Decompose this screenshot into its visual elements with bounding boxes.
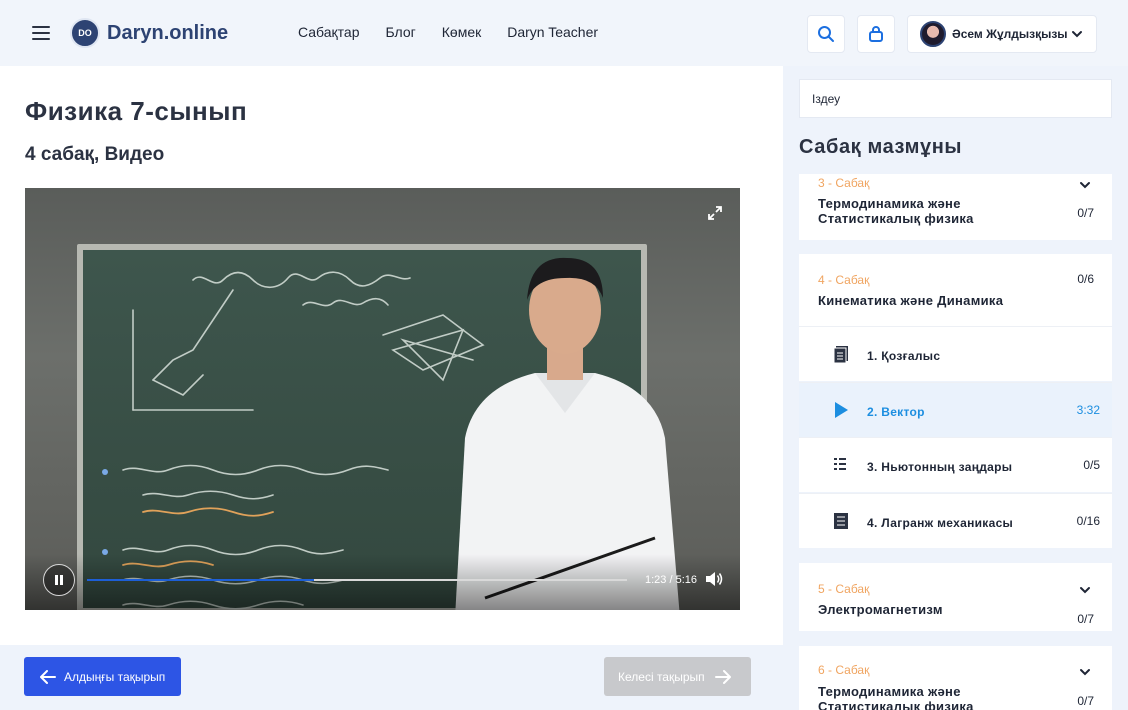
fullscreen-icon[interactable] [708,206,722,220]
chevron-down-icon[interactable] [1078,665,1092,679]
lesson-card-5[interactable]: 5 - Сабақ Электромагнетизм 0/7 [799,563,1112,631]
course-contents-sidebar: Сабақ мазмұны 3 - Сабақ Термодинамика жә… [783,66,1128,710]
logo-text[interactable]: Daryn.online [107,22,228,45]
topic-item-newton-laws[interactable]: 3. Ньютонның заңдары 0/5 [799,437,1112,492]
topic-label: 4. Лагранж механикасы [867,516,1014,530]
lesson-progress: 0/7 [1077,612,1094,626]
lesson-nav-bar: Алдыңғы тақырып Келесі тақырып [0,645,783,710]
avatar [920,21,946,47]
topic-duration: 3:32 [1076,403,1100,417]
lesson-card-6[interactable]: 6 - Сабақ Термодинамика және Статистикал… [799,646,1112,710]
video-time: 1:23 / 5:16 [645,574,697,586]
logo-mark[interactable]: DO [70,18,100,48]
lesson-name: Термодинамика және [818,196,961,211]
topic-progress: 0/5 [1083,458,1100,472]
pause-icon [55,575,63,585]
video-player[interactable]: 1:23 / 5:16 [25,188,740,610]
topic-label: 1. Қозғалыс [867,349,941,363]
page-subtitle: 4 сабақ, Видео [25,144,165,165]
next-topic-button[interactable]: Келесі тақырып [604,657,751,696]
cart-button[interactable] [857,15,895,53]
chevron-down-icon[interactable] [1078,583,1092,597]
main-nav: Сабақтар Блог Көмек Daryn Teacher [298,24,598,40]
lesson-number: 6 - Сабақ [818,663,870,677]
arrow-right-icon [714,669,731,684]
topic-item-vector[interactable]: 2. Вектор 3:32 [799,382,1112,437]
pause-button[interactable] [43,564,75,596]
lesson-progress: 0/7 [1077,694,1094,708]
search-button[interactable] [807,15,845,53]
lesson-name-line2: Статистикалық физика [818,211,974,226]
topic-item-lagrange[interactable]: 4. Лагранж механикасы 0/16 [799,493,1112,548]
chevron-down-icon[interactable] [1078,178,1092,192]
play-icon [835,402,848,418]
document-icon [833,346,848,363]
topic-label: 3. Ньютонның заңдары [867,460,1013,474]
lesson-number: 4 - Сабақ [818,273,870,287]
lesson-progress: 0/6 [1077,272,1094,286]
user-menu-button[interactable]: Әсем Жұлдызқызы [907,15,1097,53]
sidebar-search-input[interactable] [799,79,1112,118]
volume-icon[interactable] [705,571,723,587]
top-bar: DO Daryn.online Сабақтар Блог Көмек Dary… [0,0,1128,66]
test-icon [834,513,848,529]
lesson-name: Кинематика және Динамика [818,293,1004,308]
shopping-bag-icon [869,26,883,42]
lesson-card-3[interactable]: 3 - Сабақ Термодинамика және Статистикал… [799,174,1112,240]
page-title: Физика 7-сынып [25,96,248,126]
search-icon [818,26,834,42]
lesson-card-4[interactable]: 4 - Сабақ Кинематика және Динамика 0/6 [799,254,1112,326]
nav-help[interactable]: Көмек [442,24,481,40]
next-topic-label: Келесі тақырып [618,669,705,684]
topic-item-motion[interactable]: 1. Қозғалыс [799,326,1112,381]
user-name: Әсем Жұлдызқызы [952,27,1068,41]
menu-icon[interactable] [32,26,50,42]
lesson-name: Электромагнетизм [818,602,943,617]
video-progress-fill [87,579,314,581]
nav-blog[interactable]: Блог [386,24,416,40]
lesson-number: 5 - Сабақ [818,582,870,596]
video-progress-bar[interactable] [87,579,627,581]
arrow-left-icon [40,669,56,684]
lesson-name-line2: Статистикалық физика [818,699,974,710]
lesson-progress: 0/7 [1077,206,1094,220]
topic-label: 2. Вектор [867,405,925,419]
video-controls: 1:23 / 5:16 [25,554,740,610]
chevron-down-icon [1072,31,1082,38]
lesson-number: 3 - Сабақ [818,176,870,190]
sidebar-title: Сабақ мазмұны [799,136,963,158]
nav-daryn-teacher[interactable]: Daryn Teacher [507,24,598,40]
previous-topic-label: Алдыңғы тақырып [64,669,166,684]
previous-topic-button[interactable]: Алдыңғы тақырып [24,657,181,696]
lesson-name: Термодинамика және [818,684,961,699]
quiz-icon [834,458,846,470]
nav-lessons[interactable]: Сабақтар [298,24,360,40]
topic-progress: 0/16 [1076,514,1100,528]
